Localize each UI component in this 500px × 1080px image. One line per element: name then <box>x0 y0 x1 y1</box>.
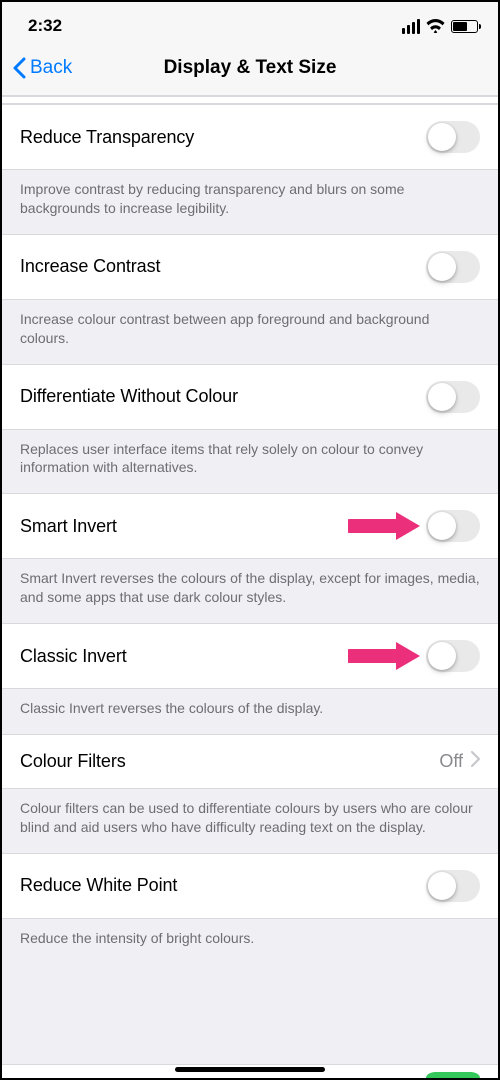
status-time: 2:32 <box>28 16 62 36</box>
status-bar: 2:32 <box>2 2 498 40</box>
row-reduce-transparency[interactable]: Reduce Transparency <box>2 104 498 170</box>
status-indicators <box>402 19 478 34</box>
row-label: Differentiate Without Colour <box>20 386 238 407</box>
row-smart-invert[interactable]: Smart Invert <box>2 493 498 559</box>
reduce-transparency-toggle[interactable] <box>426 121 480 153</box>
row-label: Smart Invert <box>20 516 117 537</box>
row-detail: Off <box>439 751 480 772</box>
differentiate-toggle[interactable] <box>426 381 480 413</box>
row-colour-filters[interactable]: Colour Filters Off <box>2 734 498 789</box>
chevron-right-icon <box>471 751 480 772</box>
colour-filters-value: Off <box>439 751 463 772</box>
row-differentiate-without-colour[interactable]: Differentiate Without Colour <box>2 364 498 430</box>
row-label: Reduce Transparency <box>20 127 194 148</box>
row-footer: Classic Invert reverses the colours of t… <box>2 689 498 734</box>
smart-invert-toggle[interactable] <box>426 510 480 542</box>
chevron-left-icon <box>12 57 26 79</box>
home-indicator[interactable] <box>175 1067 325 1072</box>
callout-arrow-icon <box>348 639 424 673</box>
page-title: Display & Text Size <box>164 57 337 79</box>
reduce-white-point-toggle[interactable] <box>426 870 480 902</box>
row-classic-invert[interactable]: Classic Invert <box>2 623 498 689</box>
settings-list: Reduce Transparency Improve contrast by … <box>2 96 498 1078</box>
row-footer: Smart Invert reverses the colours of the… <box>2 559 498 623</box>
increase-contrast-toggle[interactable] <box>426 251 480 283</box>
row-label: Classic Invert <box>20 646 127 667</box>
row-footer: Reduce the intensity of bright colours. <box>2 919 498 964</box>
battery-icon <box>451 20 478 33</box>
row-label: Colour Filters <box>20 751 126 772</box>
back-button[interactable]: Back <box>12 40 72 95</box>
nav-bar: Back Display & Text Size <box>2 40 498 96</box>
row-footer: Colour filters can be used to differenti… <box>2 789 498 853</box>
row-label: Reduce White Point <box>20 875 177 896</box>
callout-arrow-icon <box>348 509 424 543</box>
row-footer: Increase colour contrast between app for… <box>2 300 498 364</box>
row-increase-contrast[interactable]: Increase Contrast <box>2 234 498 300</box>
classic-invert-toggle[interactable] <box>426 640 480 672</box>
row-footer: Replaces user interface items that rely … <box>2 430 498 494</box>
previous-row-sliver <box>2 96 498 104</box>
row-label: Increase Contrast <box>20 256 160 277</box>
next-toggle-peek <box>426 1072 480 1078</box>
row-reduce-white-point[interactable]: Reduce White Point <box>2 853 498 919</box>
cellular-icon <box>402 19 420 34</box>
wifi-icon <box>426 19 445 33</box>
back-label: Back <box>30 57 72 79</box>
row-footer: Improve contrast by reducing transparenc… <box>2 170 498 234</box>
